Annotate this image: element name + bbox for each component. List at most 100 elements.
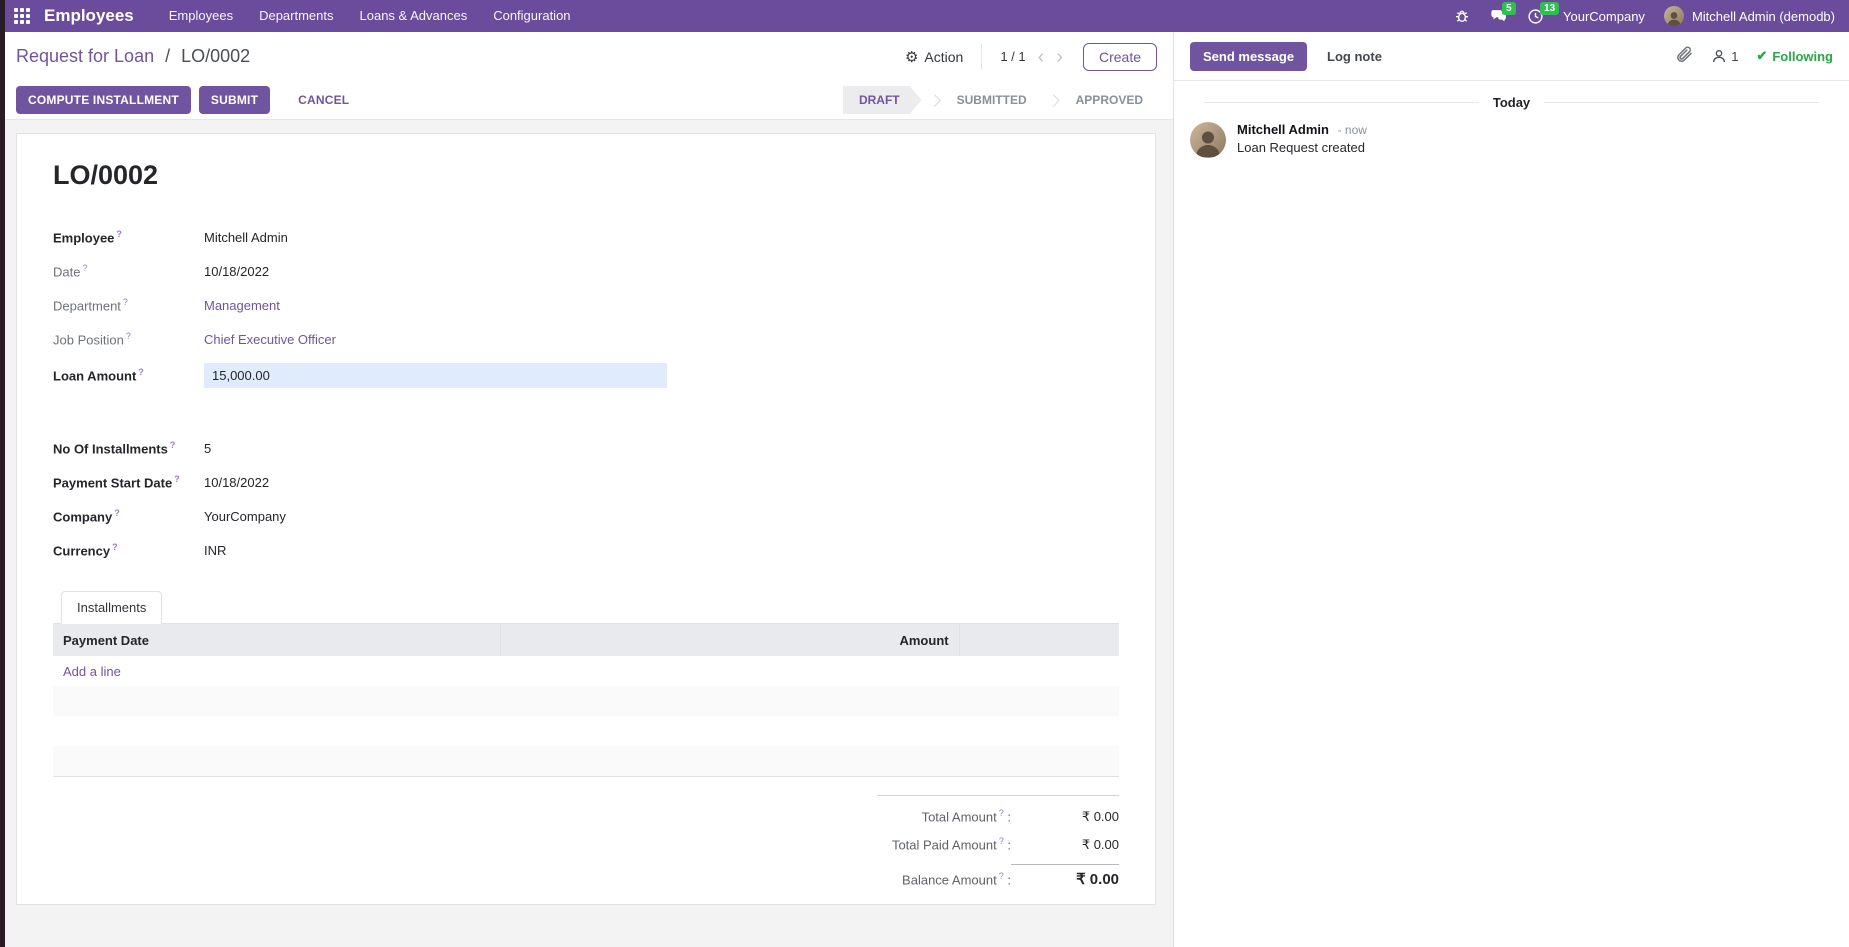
form-content: LO/0002 Employee? Mitchell Admin Date? 1… <box>0 120 1173 947</box>
statusbar: COMPUTE INSTALLMENT SUBMIT CANCEL DRAFT … <box>0 81 1173 120</box>
totals-block: Total Amount? : ₹ 0.00 Total Paid Amount… <box>877 795 1119 889</box>
column-header-blank <box>959 624 1119 656</box>
chatter-icons: 1 ✔ Following <box>1675 45 1833 68</box>
messages-badge: 5 <box>1502 2 1516 15</box>
notebook: Installments Payment Date Amount <box>53 591 1119 888</box>
help-icon: ? <box>114 508 120 518</box>
total-amount-row: Total Amount? : ₹ 0.00 <box>877 808 1119 825</box>
field-row-loan-amount: Loan Amount? <box>53 363 1119 388</box>
column-header-amount[interactable]: Amount <box>501 624 959 656</box>
pager: 1 / 1 ‹ › <box>1000 47 1063 67</box>
action-menu-button[interactable]: ⚙ Action <box>905 48 963 66</box>
form-sheet: LO/0002 Employee? Mitchell Admin Date? 1… <box>16 133 1156 905</box>
activities-clock-icon[interactable]: 13 <box>1527 8 1544 25</box>
create-button[interactable]: Create <box>1083 43 1157 71</box>
total-amount-label: Total Amount? : <box>922 808 1011 824</box>
message-author-avatar[interactable] <box>1190 122 1226 158</box>
field-row-department: Department? Management <box>53 295 1119 316</box>
date-divider: Today <box>1190 95 1833 110</box>
divider <box>981 44 982 70</box>
window-left-edge <box>0 0 5 947</box>
help-icon: ? <box>112 542 118 552</box>
field-value-date[interactable]: 10/18/2022 <box>204 264 269 279</box>
followers-button[interactable]: 1 <box>1711 48 1738 64</box>
message-timestamp: - now <box>1338 123 1367 137</box>
help-icon: ? <box>126 331 131 341</box>
field-row-job-position: Job Position? Chief Executive Officer <box>53 329 1119 350</box>
pager-previous-icon[interactable]: ‹ <box>1038 47 1045 67</box>
help-icon: ? <box>82 263 87 273</box>
help-icon: ? <box>999 871 1004 881</box>
form-pane: Request for Loan / LO/0002 ⚙ Action 1 / … <box>0 32 1173 947</box>
help-icon: ? <box>999 808 1004 818</box>
menu-configuration[interactable]: Configuration <box>480 0 583 32</box>
table-header-row: Payment Date Amount <box>53 624 1119 656</box>
empty-row <box>53 686 1119 716</box>
status-step-draft[interactable]: DRAFT <box>843 86 922 114</box>
company-switcher[interactable]: YourCompany <box>1563 9 1645 24</box>
field-row-employee: Employee? Mitchell Admin <box>53 227 1119 248</box>
breadcrumb: Request for Loan / LO/0002 <box>16 46 250 67</box>
cancel-button[interactable]: CANCEL <box>286 86 361 114</box>
chatter-panel: Send message Log note 1 <box>1173 32 1849 947</box>
send-message-button[interactable]: Send message <box>1190 42 1307 71</box>
field-label-job-position: Job Position? <box>53 331 204 347</box>
total-paid-amount-label: Total Paid Amount? : <box>892 836 1011 852</box>
help-icon: ? <box>123 297 128 307</box>
balance-amount-value: ₹ 0.00 <box>1011 864 1119 888</box>
field-label-installments-count: No Of Installments? <box>53 440 204 456</box>
balance-amount-label: Balance Amount? : <box>902 871 1011 887</box>
submit-button[interactable]: SUBMIT <box>199 86 270 114</box>
field-value-employee[interactable]: Mitchell Admin <box>204 230 288 245</box>
breadcrumb-current: LO/0002 <box>181 46 250 66</box>
breadcrumb-parent-link[interactable]: Request for Loan <box>16 46 154 66</box>
compute-installment-button[interactable]: COMPUTE INSTALLMENT <box>16 86 191 114</box>
field-value-department[interactable]: Management <box>204 298 280 313</box>
user-menu[interactable]: Mitchell Admin (demodb) <box>1664 6 1835 26</box>
breadcrumb-separator: / <box>159 46 176 66</box>
check-icon: ✔ <box>1756 48 1767 64</box>
column-header-payment-date[interactable]: Payment Date <box>53 624 501 656</box>
field-row-company: Company? YourCompany <box>53 506 1119 527</box>
followers-count: 1 <box>1731 49 1738 64</box>
app-brand[interactable]: Employees <box>44 6 134 26</box>
record-title: LO/0002 <box>53 160 1119 191</box>
user-avatar <box>1664 6 1684 26</box>
field-value-job-position[interactable]: Chief Executive Officer <box>204 332 336 347</box>
message-author[interactable]: Mitchell Admin <box>1237 122 1329 137</box>
following-label: Following <box>1772 49 1833 64</box>
tab-installments[interactable]: Installments <box>61 591 162 624</box>
following-button[interactable]: ✔ Following <box>1756 48 1833 64</box>
field-row-currency: Currency? INR <box>53 540 1119 561</box>
field-row-payment-start-date: Payment Start Date? 10/18/2022 <box>53 472 1119 493</box>
attachment-paperclip-icon[interactable] <box>1675 45 1693 68</box>
message-content: Mitchell Admin - now Loan Request create… <box>1237 122 1367 158</box>
field-label-employee: Employee? <box>53 229 204 245</box>
messages-icon[interactable]: 5 <box>1489 8 1508 25</box>
control-panel-right: ⚙ Action 1 / 1 ‹ › Create <box>905 43 1157 71</box>
help-icon: ? <box>116 229 122 239</box>
menu-loans-advances[interactable]: Loans & Advances <box>347 0 481 32</box>
field-label-currency: Currency? <box>53 542 204 558</box>
loan-amount-input[interactable] <box>204 363 667 388</box>
log-note-button[interactable]: Log note <box>1327 49 1382 64</box>
status-step-submitted[interactable]: SUBMITTED <box>943 86 1041 114</box>
field-value-payment-start-date[interactable]: 10/18/2022 <box>204 475 269 490</box>
field-value-company[interactable]: YourCompany <box>204 509 286 524</box>
step-chevron-icon <box>1047 94 1060 107</box>
total-paid-amount-row: Total Paid Amount? : ₹ 0.00 <box>877 836 1119 853</box>
menu-employees[interactable]: Employees <box>156 0 246 32</box>
action-label: Action <box>924 49 963 65</box>
apps-menu-icon[interactable] <box>14 8 30 24</box>
help-icon: ? <box>170 440 176 450</box>
field-value-installments-count[interactable]: 5 <box>204 441 211 456</box>
field-value-currency[interactable]: INR <box>204 543 226 558</box>
pager-next-icon[interactable]: › <box>1056 47 1063 67</box>
add-a-line-link[interactable]: Add a line <box>63 664 121 679</box>
debug-bug-icon[interactable] <box>1454 8 1470 24</box>
total-amount-value: ₹ 0.00 <box>1011 809 1119 825</box>
menu-departments[interactable]: Departments <box>246 0 346 32</box>
installments-table: Payment Date Amount Add a line <box>53 624 1119 777</box>
status-steps: DRAFT SUBMITTED APPROVED <box>843 86 1157 114</box>
status-step-approved[interactable]: APPROVED <box>1062 86 1157 114</box>
